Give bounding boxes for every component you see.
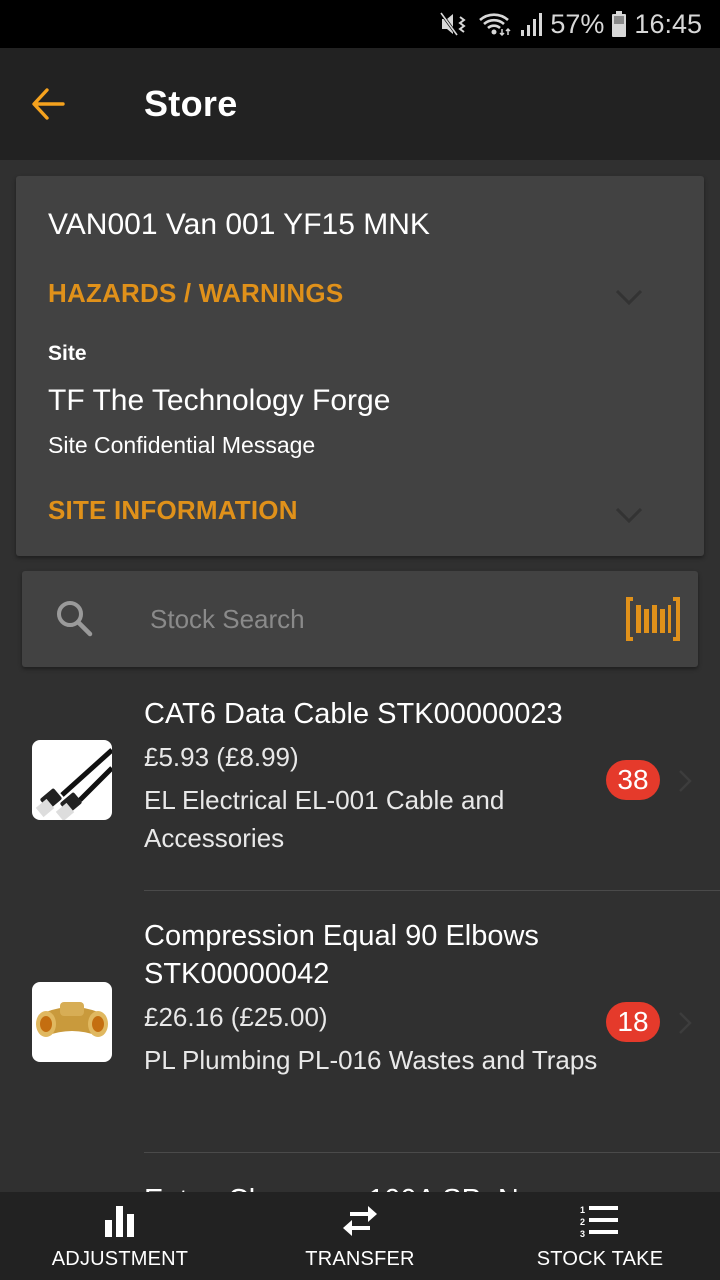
- arrow-left-icon: [32, 88, 65, 120]
- quantity-badge: 18: [606, 1002, 660, 1042]
- app-bar: Store: [0, 48, 720, 160]
- wifi-icon: [478, 11, 512, 37]
- svg-text:1: 1: [580, 1205, 585, 1215]
- chevron-down-icon[interactable]: [614, 288, 644, 308]
- stock-search-input[interactable]: [128, 603, 608, 635]
- signal-icon: [520, 12, 543, 36]
- stock-list-item[interactable]: CAT6 Data Cable STK00000023 £5.93 (£8.99…: [0, 683, 720, 891]
- battery-icon: [612, 11, 627, 37]
- transfer-button[interactable]: TRANSFER: [240, 1192, 480, 1280]
- barcode-scan-icon: [626, 597, 680, 641]
- battery-percent: 57%: [550, 8, 605, 39]
- chevron-right-icon: [679, 770, 692, 792]
- site-information-toggle[interactable]: SITE INFORMATION: [48, 495, 298, 526]
- mute-vibrate-icon: [440, 11, 470, 37]
- stock-search-bar: [22, 571, 698, 667]
- search-icon[interactable]: [22, 599, 128, 639]
- stock-take-button[interactable]: 1 2 3 STOCK TAKE: [480, 1192, 720, 1280]
- chevron-right-icon: [679, 1012, 692, 1034]
- content-area: VAN001 Van 001 YF15 MNK HAZARDS / WARNIN…: [0, 160, 720, 1192]
- stock-take-label: STOCK TAKE: [536, 1248, 664, 1270]
- svg-text:3: 3: [580, 1229, 585, 1238]
- svg-text:2: 2: [580, 1217, 585, 1227]
- item-price: £5.93 (£8.99): [144, 742, 299, 772]
- status-bar: 57% 16:45: [0, 0, 720, 48]
- item-category: PL Plumbing PL-016 Wastes and Traps: [144, 1045, 598, 1075]
- quantity-badge: 38: [606, 760, 660, 800]
- clock: 16:45: [634, 8, 702, 39]
- ethernet-cable-image: [32, 740, 112, 820]
- site-label: Site: [48, 342, 87, 365]
- item-price: £26.16 (£25.00): [144, 1002, 328, 1032]
- details-card: VAN001 Van 001 YF15 MNK HAZARDS / WARNIN…: [16, 176, 704, 556]
- back-button[interactable]: [0, 48, 96, 160]
- item-name: Eaton Clearance 100A SP+N: [144, 1181, 620, 1192]
- site-name: TF The Technology Forge: [48, 384, 391, 417]
- chevron-down-icon[interactable]: [614, 506, 644, 526]
- item-name: CAT6 Data Cable STK00000023: [144, 698, 563, 730]
- site-message: Site Confidential Message: [48, 432, 316, 458]
- brass-elbow-fitting-image: [32, 982, 112, 1062]
- bar-chart-icon: [105, 1206, 134, 1237]
- transfer-label: TRANSFER: [305, 1248, 415, 1270]
- page-title: Store: [144, 83, 238, 124]
- barcode-scan-button[interactable]: [608, 596, 698, 642]
- numbered-list-icon: 1 2 3: [580, 1205, 618, 1238]
- adjustment-label: ADJUSTMENT: [51, 1248, 189, 1270]
- vehicle-title: VAN001 Van 001 YF15 MNK: [48, 208, 430, 241]
- stock-list-item[interactable]: Eaton Clearance 100A SP+N: [0, 1153, 720, 1192]
- adjustment-button[interactable]: ADJUSTMENT: [0, 1192, 240, 1280]
- hazards-warnings-toggle[interactable]: HAZARDS / WARNINGS: [48, 278, 343, 309]
- item-name: Compression Equal 90 Elbows STK00000042: [144, 920, 539, 990]
- stock-list-item[interactable]: Compression Equal 90 Elbows STK00000042 …: [0, 891, 720, 1153]
- swap-arrows-icon: [343, 1206, 377, 1236]
- bottom-navigation: ADJUSTMENT TRANSFER 1 2 3 STOCK TAKE: [0, 1192, 720, 1280]
- item-category: EL Electrical EL-001 Cable and Accessori…: [144, 785, 505, 853]
